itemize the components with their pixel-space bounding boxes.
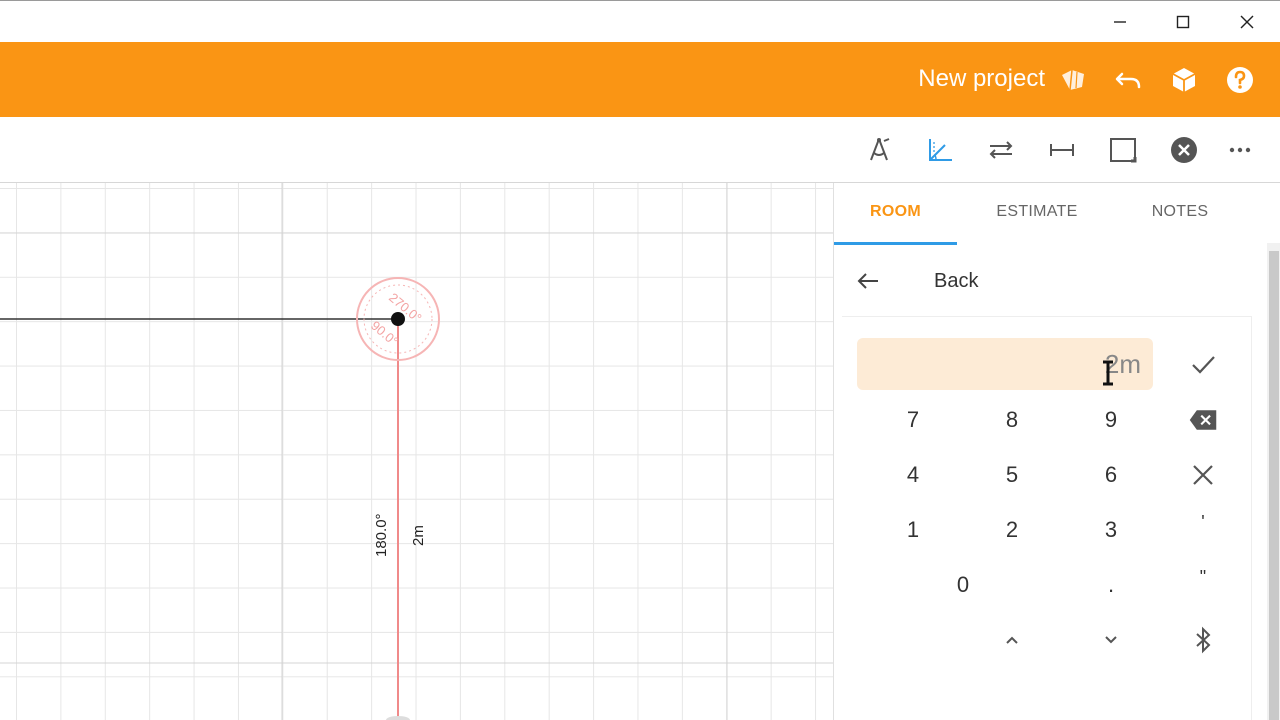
- help-icon[interactable]: [1222, 62, 1258, 98]
- text-cursor-icon: [1103, 360, 1113, 386]
- maximize-button[interactable]: [1160, 1, 1206, 43]
- key-2[interactable]: 2: [972, 510, 1052, 550]
- back-label: Back: [934, 269, 979, 292]
- undo-icon[interactable]: [1110, 62, 1146, 98]
- dimension-icon: [1050, 144, 1074, 156]
- backspace-icon: [1189, 410, 1217, 430]
- clear-button[interactable]: [1163, 455, 1243, 495]
- panel-scrollbar[interactable]: [1267, 243, 1280, 720]
- cancel-tool[interactable]: [1166, 132, 1202, 168]
- key-3[interactable]: 3: [1071, 510, 1151, 550]
- floorplan-drawing: 270.0° 90.0° 180.0° 2m: [0, 183, 833, 720]
- chevron-down-icon: [1105, 636, 1117, 644]
- dimension-tool[interactable]: [1044, 132, 1080, 168]
- minimize-button[interactable]: [1097, 1, 1143, 43]
- scrollbar-thumb[interactable]: [1269, 251, 1279, 720]
- tab-notes[interactable]: NOTES: [1139, 203, 1221, 221]
- square-room-icon: [1110, 138, 1137, 163]
- key-9[interactable]: 9: [1071, 400, 1151, 440]
- key-7[interactable]: 7: [873, 400, 953, 440]
- angle-tool[interactable]: [922, 132, 958, 168]
- clear-x-icon: [1193, 465, 1213, 485]
- swap-direction-tool[interactable]: [983, 132, 1019, 168]
- maximize-icon: [1176, 15, 1190, 29]
- key-1[interactable]: 1: [873, 510, 953, 550]
- bluetooth-button[interactable]: [1163, 620, 1243, 660]
- wall-node: [391, 312, 405, 326]
- floorplan-canvas[interactable]: 270.0° 90.0° 180.0° 2m: [0, 183, 833, 720]
- key-feet[interactable]: ': [1163, 502, 1243, 542]
- tab-room[interactable]: ROOM: [854, 203, 937, 221]
- key-inches[interactable]: ": [1163, 557, 1243, 597]
- app-window: New project 270.0° 90.0° 180.0° 2m ROOM …: [0, 0, 1280, 720]
- compass-draw-icon: [870, 138, 890, 161]
- key-8[interactable]: 8: [972, 400, 1052, 440]
- key-5[interactable]: 5: [972, 455, 1052, 495]
- arrow-left-icon: [857, 273, 878, 289]
- swap-direction-icon: [989, 141, 1013, 159]
- key-4[interactable]: 4: [873, 455, 953, 495]
- chevron-up-icon: [1006, 636, 1018, 644]
- 3d-view-icon[interactable]: [1166, 62, 1202, 98]
- more-icon: [1229, 147, 1251, 153]
- active-tab-indicator: [834, 242, 957, 245]
- close-window-button[interactable]: [1224, 1, 1270, 43]
- key-6[interactable]: 6: [1071, 455, 1151, 495]
- compass-draw-tool[interactable]: [861, 132, 897, 168]
- cancel-circle-icon: [1171, 137, 1197, 163]
- app-bar: New project: [0, 42, 1280, 117]
- drawing-toolbar: [0, 117, 1280, 183]
- confirm-check-icon: [1192, 356, 1215, 374]
- key-0[interactable]: 0: [923, 565, 1003, 605]
- project-icon[interactable]: [1055, 62, 1091, 98]
- project-title[interactable]: New project: [918, 64, 1045, 94]
- square-room-tool[interactable]: [1105, 132, 1141, 168]
- confirm-button[interactable]: [1163, 344, 1243, 384]
- close-icon: [1240, 15, 1254, 29]
- down-button[interactable]: [1071, 620, 1151, 660]
- wall-angle-label: 180.0°: [373, 513, 390, 557]
- back-button[interactable]: Back: [854, 263, 978, 299]
- more-menu[interactable]: [1222, 132, 1258, 168]
- angle-tool-icon: [929, 139, 952, 161]
- backspace-button[interactable]: [1163, 400, 1243, 440]
- numeric-keypad-card: 2m 7 8 9 4 5 6 1 2 3 ' 0 . ": [842, 316, 1252, 720]
- key-decimal[interactable]: .: [1071, 565, 1151, 605]
- tab-estimate[interactable]: ESTIMATE: [984, 203, 1090, 221]
- bluetooth-icon: [1196, 626, 1211, 654]
- minimize-icon: [1114, 21, 1126, 23]
- up-button[interactable]: [972, 620, 1052, 660]
- wall-length-label: 2m: [410, 525, 427, 546]
- window-titlebar: [0, 0, 1280, 42]
- properties-panel: ROOM ESTIMATE NOTES Back 2m 7 8 9 4 5 6 …: [833, 183, 1280, 720]
